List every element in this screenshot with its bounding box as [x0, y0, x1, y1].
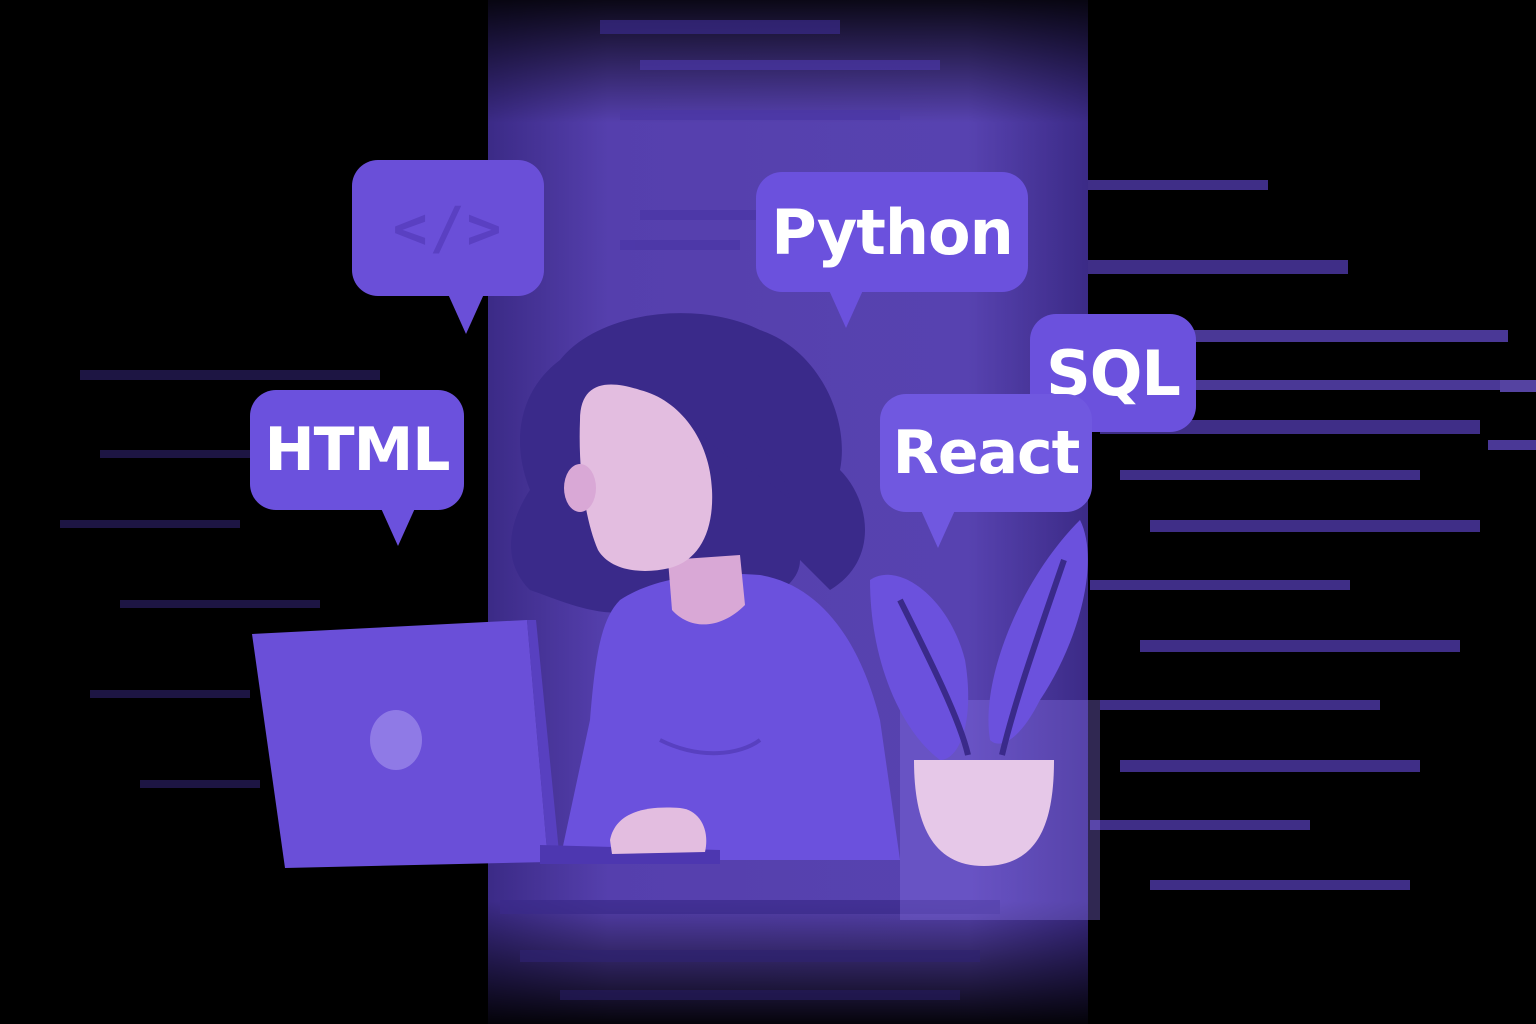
react-label: React: [892, 418, 1081, 488]
bubble-tail: [380, 506, 416, 546]
code-bubble: </>: [352, 160, 544, 334]
bubble-tail: [920, 508, 956, 548]
illustration-scene: </> Python HTML SQL React: [0, 0, 1536, 1024]
code-icon: </>: [392, 194, 504, 262]
python-bubble: Python: [756, 172, 1028, 328]
react-bubble: React: [880, 394, 1092, 548]
potted-plant: [870, 520, 1088, 866]
html-label: HTML: [264, 415, 450, 485]
ear: [564, 464, 596, 512]
laptop-logo: [370, 710, 422, 770]
bubble-tail: [448, 294, 484, 334]
python-label: Python: [771, 195, 1014, 269]
figure-illustration: [252, 313, 1088, 868]
neck: [668, 555, 745, 625]
bubble-tail: [828, 288, 864, 328]
html-bubble: HTML: [250, 390, 464, 546]
